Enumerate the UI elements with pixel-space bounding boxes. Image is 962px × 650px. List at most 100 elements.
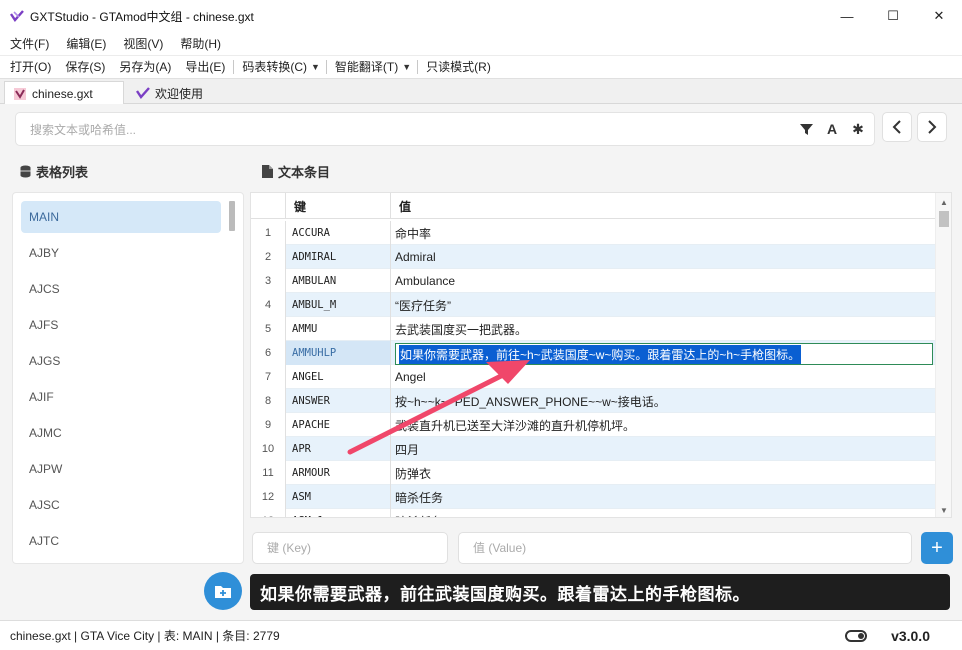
table-row[interactable]: 13 ASM_1 暗杀任务1 (251, 509, 937, 518)
subtitle-preview: 如果你需要武器，前往武装国度购买。跟着雷达上的手枪图标。 (250, 574, 950, 610)
open-button[interactable]: 打开(O) (10, 58, 51, 75)
tab-welcome[interactable]: 欢迎使用 (128, 81, 214, 105)
close-button[interactable]: ✕ (916, 0, 962, 32)
row-number: 2 (251, 245, 285, 269)
maximize-button[interactable]: ☐ (870, 0, 916, 32)
row-key[interactable]: APACHE (285, 413, 391, 437)
scroll-up-icon[interactable]: ▲ (936, 195, 951, 209)
table-row[interactable]: 9 APACHE 武装直升机已送至大洋沙滩的直升机停机坪。 (251, 413, 937, 437)
search-input[interactable] (30, 121, 730, 139)
match-case-icon[interactable]: A (824, 121, 840, 137)
row-number: 9 (251, 413, 285, 437)
row-value[interactable]: Angel (391, 365, 937, 389)
minimize-button[interactable]: — (824, 0, 870, 32)
column-header-key[interactable]: 键 (285, 193, 391, 219)
status-text: chinese.gxt | GTA Vice City | 表: MAIN | … (10, 629, 280, 643)
row-key[interactable]: ARMOUR (285, 461, 391, 485)
key-input[interactable] (267, 541, 423, 555)
sheet-item[interactable]: AJCS (21, 273, 221, 305)
table-row[interactable]: 10 APR 四月 (251, 437, 937, 461)
row-key[interactable]: ASM_1 (285, 509, 391, 517)
row-key[interactable]: APR (285, 437, 391, 461)
row-key[interactable]: AMBUL_M (285, 293, 391, 317)
sheet-item[interactable]: AJBY (21, 237, 221, 269)
next-button[interactable] (917, 112, 947, 142)
row-value[interactable]: 武装直升机已送至大洋沙滩的直升机停机坪。 (391, 413, 937, 437)
row-value[interactable]: 暗杀任务 (391, 485, 937, 509)
row-value[interactable]: 防弹衣 (391, 461, 937, 485)
sheet-item[interactable]: AJGS (21, 345, 221, 377)
sheet-item[interactable]: AJTC (21, 525, 221, 557)
sheet-item[interactable]: AJIF (21, 381, 221, 413)
table-row[interactable]: 7 ANGEL Angel (251, 365, 937, 389)
menu-bar: 文件(F) 编辑(E) 视图(V) 帮助(H) (0, 32, 962, 54)
column-header-value[interactable]: 值 (391, 193, 411, 219)
value-field-box (458, 532, 912, 564)
value-input[interactable] (473, 541, 835, 555)
readonly-button[interactable]: 只读模式(R) (426, 58, 491, 75)
row-number: 4 (251, 293, 285, 317)
document-icon (262, 165, 273, 178)
row-key[interactable]: ACCURA (285, 221, 391, 245)
scroll-down-icon[interactable]: ▼ (936, 503, 951, 517)
row-value[interactable]: Admiral (391, 245, 937, 269)
table-scrollbar[interactable]: ▲ ▼ (935, 193, 951, 517)
theme-toggle-icon[interactable] (845, 630, 867, 642)
filter-icon[interactable] (798, 121, 814, 137)
row-key[interactable]: ASM (285, 485, 391, 509)
table-row-selected[interactable]: 6 AMMUHLP 如果你需要武器，前往~h~武装国度~w~购买。跟着雷达上的~… (251, 341, 937, 365)
table-row[interactable]: 3 AMBULAN Ambulance (251, 269, 937, 293)
row-value[interactable]: 去武装国度买一把武器。 (391, 317, 937, 341)
regex-icon[interactable]: ✱ (850, 121, 866, 137)
menu-help[interactable]: 帮助(H) (180, 35, 221, 52)
folder-add-icon (215, 586, 231, 598)
save-as-button[interactable]: 另存为(A) (119, 58, 171, 75)
sheet-item[interactable]: MAIN (21, 201, 221, 233)
entries-title: 文本条目 (278, 165, 331, 180)
value-edit-field[interactable]: 如果你需要武器，前往~h~武装国度~w~购买。跟着雷达上的~h~手枪图标。 (395, 343, 933, 365)
row-key[interactable]: AMMUHLP (285, 341, 391, 365)
row-value[interactable]: “医疗任务” (391, 293, 937, 317)
row-value[interactable]: 命中率 (391, 221, 937, 245)
menu-view[interactable]: 视图(V) (123, 35, 163, 52)
add-entry-button[interactable]: + (921, 532, 953, 564)
table-row[interactable]: 4 AMBUL_M “医疗任务” (251, 293, 937, 317)
row-value[interactable]: 按~h~~k~~PED_ANSWER_PHONE~~w~接电话。 (391, 389, 937, 413)
sheet-item[interactable]: AJSC (21, 489, 221, 521)
sheet-item[interactable]: AJMC (21, 417, 221, 449)
scrollbar-thumb[interactable] (939, 211, 949, 227)
tab-chinese-gxt[interactable]: chinese.gxt (4, 81, 124, 106)
search-box: A ✱ (15, 112, 875, 146)
table-row[interactable]: 11 ARMOUR 防弹衣 (251, 461, 937, 485)
codepage-button[interactable]: 码表转换(C) (242, 58, 307, 75)
previous-button[interactable] (882, 112, 912, 142)
row-key[interactable]: ANSWER (285, 389, 391, 413)
row-key[interactable]: AMMU (285, 317, 391, 341)
menu-file[interactable]: 文件(F) (10, 35, 49, 52)
table-row[interactable]: 8 ANSWER 按~h~~k~~PED_ANSWER_PHONE~~w~接电话… (251, 389, 937, 413)
row-key[interactable]: AMBULAN (285, 269, 391, 293)
table-row[interactable]: 5 AMMU 去武装国度买一把武器。 (251, 317, 937, 341)
app-logo-icon (10, 10, 24, 22)
sheet-list-scrollbar[interactable] (229, 201, 235, 231)
row-value[interactable]: 暗杀任务1 (391, 509, 937, 518)
export-button[interactable]: 导出(E) (185, 58, 225, 75)
selected-value-text[interactable]: 如果你需要武器，前往~h~武装国度~w~购买。跟着雷达上的~h~手枪图标。 (399, 344, 802, 364)
table-row[interactable]: 1 ACCURA 命中率 (251, 221, 937, 245)
codepage-dropdown-icon[interactable]: ▼ (311, 62, 320, 72)
table-row[interactable]: 2 ADMIRAL Admiral (251, 245, 937, 269)
row-key[interactable]: ADMIRAL (285, 245, 391, 269)
row-value[interactable]: 四月 (391, 437, 937, 461)
toolbar-divider (417, 59, 419, 74)
preview-button[interactable] (204, 572, 242, 610)
row-key[interactable]: ANGEL (285, 365, 391, 389)
row-value[interactable]: Ambulance (391, 269, 937, 293)
sheet-item[interactable]: AJPW (21, 453, 221, 485)
translate-button[interactable]: 智能翻译(T) (335, 58, 398, 75)
table-row[interactable]: 12 ASM 暗杀任务 (251, 485, 937, 509)
save-button[interactable]: 保存(S) (65, 58, 105, 75)
menu-edit[interactable]: 编辑(E) (66, 35, 106, 52)
sheet-item[interactable]: AJFS (21, 309, 221, 341)
row-number: 11 (251, 461, 285, 485)
translate-dropdown-icon[interactable]: ▼ (402, 62, 411, 72)
